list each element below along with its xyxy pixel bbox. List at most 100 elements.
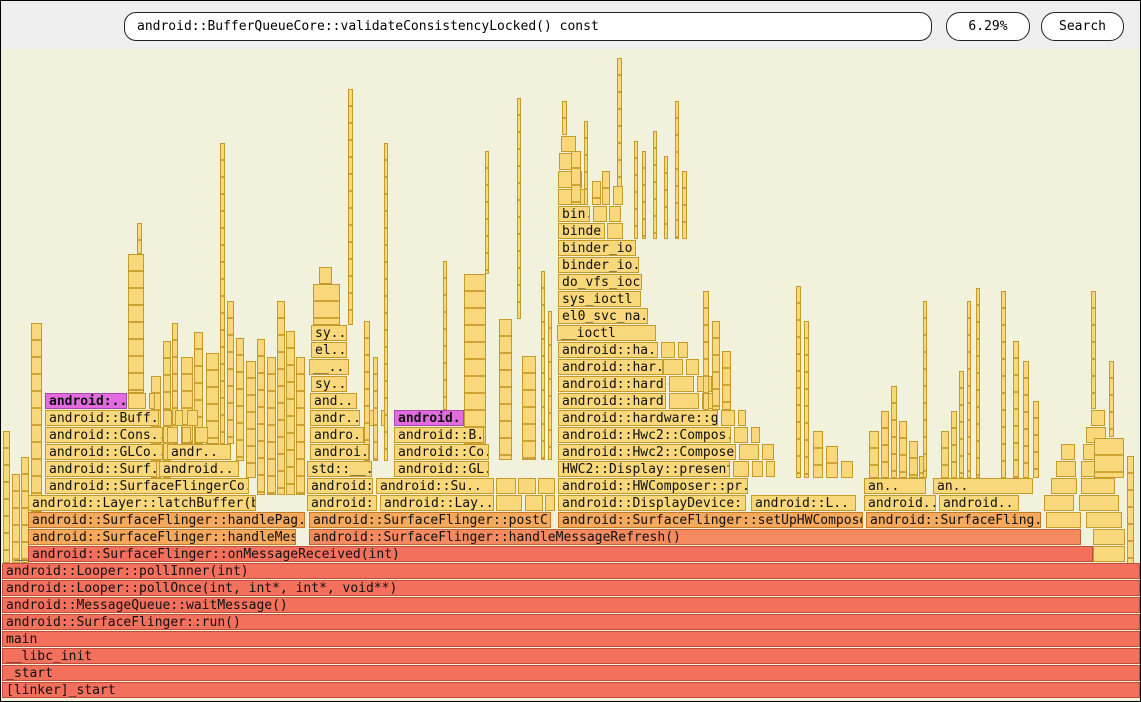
frame-spike[interactable]: [592, 181, 601, 205]
frame-base-row[interactable]: android::SurfaceFlinger::run(): [2, 614, 1140, 630]
frame-spike[interactable]: [163, 410, 172, 426]
frame-spike[interactable]: [277, 301, 285, 495]
frame-spike[interactable]: [246, 361, 256, 478]
frame-spike[interactable]: [1109, 361, 1114, 437]
frame-spike[interactable]: [538, 478, 555, 494]
frame[interactable]: andr..: [167, 444, 231, 460]
frame[interactable]: android::hard..: [558, 393, 666, 409]
frame-spike[interactable]: [609, 206, 621, 222]
frame[interactable]: andro..: [310, 427, 364, 443]
frame-spike[interactable]: [128, 393, 146, 409]
frame-spike[interactable]: [678, 342, 688, 358]
frame-spike[interactable]: [941, 431, 949, 478]
frame[interactable]: andr..: [310, 410, 360, 426]
frame-spike[interactable]: [149, 393, 155, 409]
frame[interactable]: android::L..: [751, 495, 856, 511]
frame-spike[interactable]: [257, 339, 265, 495]
frame-spike[interactable]: [664, 156, 668, 239]
frame[interactable]: sy..: [311, 376, 347, 392]
frame[interactable]: android..: [394, 410, 464, 426]
frame[interactable]: el..: [311, 342, 347, 358]
frame[interactable]: android..: [939, 495, 1019, 511]
frame-spike[interactable]: [976, 288, 980, 478]
frame-spike[interactable]: [485, 151, 489, 274]
frame[interactable]: and..: [310, 393, 357, 409]
frame[interactable]: android..: [159, 461, 239, 477]
frame[interactable]: android:..: [45, 393, 127, 409]
frame[interactable]: binder_io..: [558, 240, 636, 256]
frame[interactable]: android::SurfaceFlinger::onMessageReceiv…: [28, 546, 1093, 562]
frame-base-row[interactable]: __libc_init: [2, 648, 1140, 664]
frame[interactable]: sy..: [311, 325, 347, 341]
frame-spike[interactable]: [1079, 495, 1119, 511]
frame[interactable]: HWC2::Display::present..: [558, 461, 730, 477]
frame[interactable]: android::Buff..: [45, 410, 159, 426]
search-button[interactable]: Search: [1041, 12, 1124, 41]
frame-spike[interactable]: [128, 254, 144, 393]
frame[interactable]: android::SurfaceFlinger::postC..: [309, 512, 551, 528]
frame-spike[interactable]: [545, 495, 555, 511]
frame-spike[interactable]: [951, 411, 957, 478]
frame-spike[interactable]: [1046, 512, 1081, 528]
frame[interactable]: binde..: [558, 223, 605, 239]
frame-base-row[interactable]: _start: [2, 665, 1140, 681]
frame-spike[interactable]: [518, 478, 536, 494]
frame-spike[interactable]: [1091, 291, 1096, 409]
frame-spike[interactable]: [712, 321, 720, 410]
frame[interactable]: android::SurfaceFlingerCo..: [45, 478, 249, 494]
frame-spike[interactable]: [634, 141, 638, 239]
frame-spike[interactable]: [1094, 438, 1124, 478]
frame[interactable]: sys_ioctl: [558, 291, 641, 307]
frame-spike[interactable]: [796, 286, 801, 478]
frame-spike[interactable]: [686, 359, 699, 375]
frame-spike[interactable]: [137, 223, 142, 254]
frame[interactable]: __.: [10, 546, 29, 562]
frame-spike[interactable]: [1056, 461, 1076, 477]
frame[interactable]: bin..: [558, 206, 590, 222]
frame-spike[interactable]: [751, 427, 760, 443]
frame[interactable]: android::GLCo..: [45, 444, 163, 460]
frame-spike[interactable]: [1051, 478, 1077, 494]
frame-spike[interactable]: [548, 311, 552, 460]
frame-spike[interactable]: [364, 321, 370, 461]
frame[interactable]: android::har..: [558, 359, 663, 375]
frame-spike[interactable]: [923, 301, 927, 478]
frame-spike[interactable]: [1013, 341, 1019, 478]
frame-spike[interactable]: [31, 323, 42, 512]
frame-spike[interactable]: [734, 427, 748, 443]
frame-spike[interactable]: [541, 271, 545, 460]
frame-spike[interactable]: [762, 444, 774, 460]
frame[interactable]: android::ha..: [558, 342, 658, 358]
frame-spike[interactable]: [525, 495, 543, 511]
frame-spike[interactable]: [175, 410, 183, 426]
frame-base-row[interactable]: main: [2, 631, 1140, 647]
frame[interactable]: android::Co..: [394, 444, 489, 460]
frame[interactable]: android::Su..: [376, 478, 494, 494]
frame[interactable]: android::Surf..: [45, 461, 157, 477]
frame-spike[interactable]: [813, 431, 823, 478]
frame-spike[interactable]: [733, 461, 749, 477]
frame-spike[interactable]: [313, 284, 340, 325]
frame-spike[interactable]: [1093, 546, 1125, 562]
frame-spike[interactable]: [267, 357, 276, 495]
frame-spike[interactable]: [739, 444, 759, 460]
frame-spike[interactable]: [669, 376, 694, 392]
frame-spike[interactable]: [613, 186, 623, 205]
frame-spike[interactable]: [602, 171, 610, 205]
frame[interactable]: android::..: [307, 478, 373, 494]
search-input[interactable]: [124, 12, 932, 41]
frame-spike[interactable]: [522, 356, 536, 460]
frame-spike[interactable]: [496, 495, 522, 511]
frame-spike[interactable]: [1044, 495, 1074, 511]
frame-base-row[interactable]: android::MessageQueue::waitMessage(): [2, 597, 1140, 613]
frame-spike[interactable]: [1001, 291, 1006, 478]
frame-spike[interactable]: [682, 171, 687, 239]
frame[interactable]: an..: [864, 478, 926, 494]
frame[interactable]: android::GL..: [394, 461, 489, 477]
frame-spike[interactable]: [348, 89, 353, 325]
frame-spike[interactable]: [443, 261, 447, 410]
frame-spike[interactable]: [675, 101, 679, 239]
frame-spike[interactable]: [499, 319, 512, 460]
frame-spike[interactable]: [804, 321, 809, 478]
frame[interactable]: binder_io..: [558, 257, 639, 273]
